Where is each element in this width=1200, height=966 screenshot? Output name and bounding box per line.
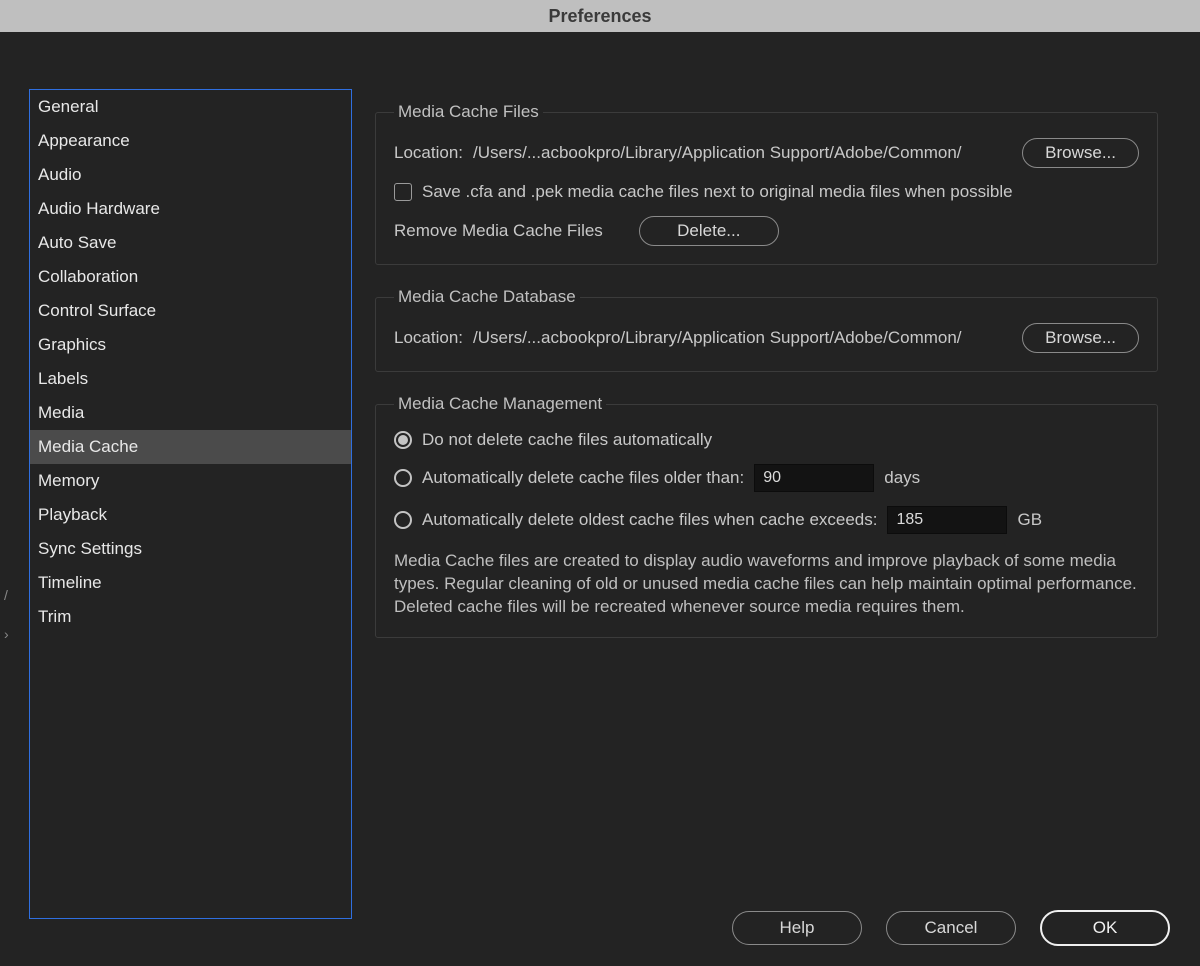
preferences-category-list[interactable]: General Appearance Audio Audio Hardware Auto… — [29, 89, 352, 919]
sidebar-item-sync-settings[interactable]: Sync Settings — [30, 532, 351, 566]
radio-delete-older-than[interactable] — [394, 469, 412, 487]
radio-delete-older-than-label: Automatically delete cache files older t… — [422, 468, 744, 488]
sidebar-item-graphics[interactable]: Graphics — [30, 328, 351, 362]
sidebar-item-appearance[interactable]: Appearance — [30, 124, 351, 158]
help-button[interactable]: Help — [732, 911, 862, 945]
radio-delete-when-exceeds[interactable] — [394, 511, 412, 529]
sidebar-item-media[interactable]: Media — [30, 396, 351, 430]
group-legend: Media Cache Files — [394, 102, 543, 122]
browse-media-cache-files-button[interactable]: Browse... — [1022, 138, 1139, 168]
window-titlebar: Preferences — [0, 0, 1200, 32]
location-label: Location: — [394, 328, 463, 348]
panel-collapse-glyphs: /› — [4, 587, 9, 665]
sidebar-item-media-cache[interactable]: Media Cache — [30, 430, 351, 464]
sidebar-item-label: Auto Save — [38, 233, 116, 253]
cancel-button[interactable]: Cancel — [886, 911, 1016, 945]
sidebar-item-label: Control Surface — [38, 301, 156, 321]
sidebar-item-label: Sync Settings — [38, 539, 142, 559]
sidebar-item-label: Graphics — [38, 335, 106, 355]
sidebar-item-trim[interactable]: Trim — [30, 600, 351, 634]
browse-media-cache-database-button[interactable]: Browse... — [1022, 323, 1139, 353]
delete-when-exceeds-gb-input[interactable] — [887, 506, 1007, 534]
location-label: Location: — [394, 143, 463, 163]
radio-do-not-delete[interactable] — [394, 431, 412, 449]
sidebar-item-auto-save[interactable]: Auto Save — [30, 226, 351, 260]
delete-media-cache-files-button[interactable]: Delete... — [639, 216, 779, 246]
media-cache-database-path: /Users/...acbookpro/Library/Application … — [473, 328, 1012, 348]
sidebar-item-label: Playback — [38, 505, 107, 525]
gb-unit-label: GB — [1017, 510, 1042, 530]
sidebar-item-label: General — [38, 97, 98, 117]
sidebar-item-audio[interactable]: Audio — [30, 158, 351, 192]
remove-media-cache-files-label: Remove Media Cache Files — [394, 221, 603, 241]
sidebar-item-label: Trim — [38, 607, 71, 627]
ok-button[interactable]: OK — [1040, 910, 1170, 946]
sidebar-item-label: Collaboration — [38, 267, 138, 287]
window-title: Preferences — [548, 6, 651, 27]
radio-delete-when-exceeds-label: Automatically delete oldest cache files … — [422, 510, 877, 530]
group-media-cache-files: Media Cache Files Location: /Users/...ac… — [375, 102, 1158, 265]
sidebar-item-general[interactable]: General — [30, 90, 351, 124]
sidebar-item-label: Media Cache — [38, 437, 138, 457]
group-media-cache-database: Media Cache Database Location: /Users/..… — [375, 287, 1158, 372]
sidebar-item-audio-hardware[interactable]: Audio Hardware — [30, 192, 351, 226]
sidebar-item-label: Labels — [38, 369, 88, 389]
save-next-to-original-label: Save .cfa and .pek media cache files nex… — [422, 182, 1013, 202]
group-legend: Media Cache Database — [394, 287, 580, 307]
sidebar-item-label: Timeline — [38, 573, 102, 593]
sidebar-item-memory[interactable]: Memory — [30, 464, 351, 498]
media-cache-files-path: /Users/...acbookpro/Library/Application … — [473, 143, 1012, 163]
sidebar-item-label: Memory — [38, 471, 99, 491]
dialog-footer: Help Cancel OK — [732, 910, 1170, 946]
group-media-cache-management: Media Cache Management Do not delete cac… — [375, 394, 1158, 638]
sidebar-item-labels[interactable]: Labels — [30, 362, 351, 396]
sidebar-item-collaboration[interactable]: Collaboration — [30, 260, 351, 294]
group-legend: Media Cache Management — [394, 394, 606, 414]
days-unit-label: days — [884, 468, 920, 488]
media-cache-management-description: Media Cache files are created to display… — [394, 550, 1139, 619]
sidebar-item-playback[interactable]: Playback — [30, 498, 351, 532]
save-next-to-original-checkbox[interactable] — [394, 183, 412, 201]
sidebar-item-label: Audio Hardware — [38, 199, 160, 219]
sidebar-item-label: Appearance — [38, 131, 130, 151]
sidebar-item-label: Audio — [38, 165, 81, 185]
sidebar-item-timeline[interactable]: Timeline — [30, 566, 351, 600]
sidebar-item-label: Media — [38, 403, 84, 423]
sidebar-item-control-surface[interactable]: Control Surface — [30, 294, 351, 328]
delete-older-than-days-input[interactable] — [754, 464, 874, 492]
radio-do-not-delete-label: Do not delete cache files automatically — [422, 430, 712, 450]
